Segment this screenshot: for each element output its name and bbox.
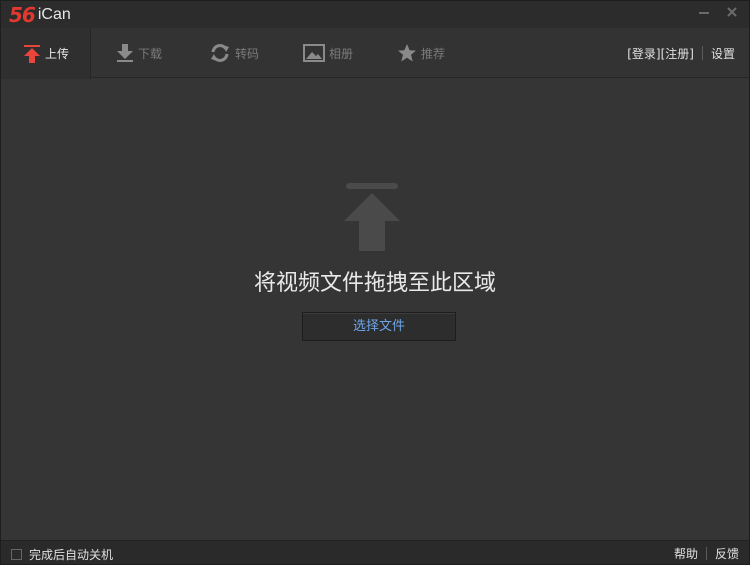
tab-label: 相册: [329, 46, 354, 61]
settings-link[interactable]: 设置: [711, 45, 735, 62]
app-logo: 56 iCan: [9, 3, 71, 27]
login-link[interactable]: [登录]: [627, 45, 660, 62]
register-link[interactable]: [注册]: [661, 45, 694, 62]
status-bar: 完成后自动关机 帮助 反馈: [1, 540, 749, 564]
star-icon: [398, 44, 416, 62]
image-icon: [303, 44, 325, 62]
tab-label: 推荐: [421, 46, 446, 61]
window-controls: [697, 6, 739, 20]
upload-arrow-icon: [344, 183, 400, 251]
close-icon[interactable]: [725, 6, 739, 20]
app-name: iCan: [37, 6, 71, 23]
tab-label: 下载: [138, 46, 163, 61]
tab-download[interactable]: 下载: [116, 28, 162, 78]
divider: [705, 547, 707, 560]
auto-shutdown-option[interactable]: 完成后自动关机: [11, 546, 113, 563]
tab-recommend[interactable]: 推荐: [397, 28, 445, 78]
minimize-icon[interactable]: [697, 6, 711, 20]
tab-label: 上传: [45, 47, 70, 61]
tab-upload[interactable]: 上传: [1, 28, 91, 79]
account-links: [登录] [注册] 设置: [627, 28, 735, 78]
download-icon: [117, 44, 133, 62]
divider: [701, 46, 703, 60]
app-window: 56 iCan 上传 下载 转码 相册 推荐 [登录] [注册] 设置 将视频文…: [0, 0, 750, 565]
auto-shutdown-checkbox[interactable]: [11, 549, 22, 560]
tab-album[interactable]: 相册: [303, 28, 353, 78]
drop-zone[interactable]: 将视频文件拖拽至此区域 选择文件: [1, 79, 749, 539]
tab-transcode[interactable]: 转码: [209, 28, 259, 78]
toolbar: 上传 下载 转码 相册 推荐 [登录] [注册] 设置: [1, 28, 749, 79]
refresh-icon: [211, 44, 229, 62]
drop-hint: 将视频文件拖拽至此区域: [253, 271, 496, 296]
upload-icon: [24, 44, 40, 63]
title-bar[interactable]: 56 iCan: [1, 1, 749, 28]
auto-shutdown-label: 完成后自动关机: [29, 548, 114, 562]
footer-links: 帮助 反馈: [674, 545, 739, 562]
brand-logo: 56: [9, 3, 36, 27]
help-link[interactable]: 帮助: [674, 545, 698, 562]
select-file-button[interactable]: 选择文件: [302, 312, 456, 341]
tab-label: 转码: [235, 46, 260, 61]
feedback-link[interactable]: 反馈: [715, 545, 739, 562]
